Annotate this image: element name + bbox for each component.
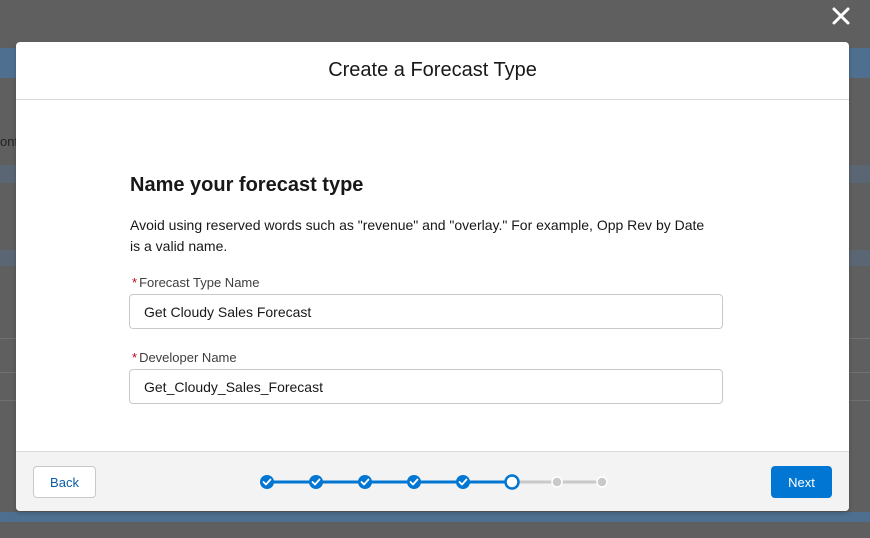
developer-name-label: * Developer Name	[132, 350, 237, 365]
modal-header: Create a Forecast Type	[16, 42, 849, 100]
progress-step-complete	[456, 475, 470, 489]
developer-name-input[interactable]	[129, 369, 723, 404]
close-icon	[832, 7, 850, 25]
step-complete-circle	[407, 475, 421, 489]
developer-name-label-text: Developer Name	[139, 350, 237, 365]
progress-step-complete	[407, 475, 421, 489]
back-button[interactable]: Back	[33, 466, 96, 498]
forecast-type-name-input[interactable]	[129, 294, 723, 329]
instructions-line: Avoid using reserved words such as "reve…	[130, 217, 705, 233]
step-complete-circle	[309, 475, 323, 489]
forecast-type-name-label: * Forecast Type Name	[132, 275, 259, 290]
step-current-circle	[504, 474, 520, 490]
progress-step-complete	[260, 475, 274, 489]
progress-step-incomplete	[551, 476, 563, 488]
step-incomplete-circle	[596, 476, 608, 488]
modal-title: Create a Forecast Type	[328, 59, 537, 81]
progress-step-complete	[309, 475, 323, 489]
step-complete-circle	[260, 475, 274, 489]
modal-body: Name your forecast type Avoid using rese…	[16, 100, 849, 451]
section-title: Name your forecast type	[130, 174, 364, 196]
step-complete-circle	[358, 475, 372, 489]
instructions-line: is a valid name.	[130, 238, 228, 254]
next-button[interactable]: Next	[771, 466, 832, 498]
forecast-type-name-label-text: Forecast Type Name	[139, 275, 260, 290]
background-bottom-band	[0, 512, 870, 522]
step-incomplete-circle	[551, 476, 563, 488]
progress-step-incomplete	[596, 476, 608, 488]
progress-step-complete	[358, 475, 372, 489]
instructions-text: Avoid using reserved words such as "reve…	[130, 215, 730, 257]
required-marker: *	[132, 275, 138, 290]
progress-indicator	[260, 474, 608, 490]
modal-footer: Back Next	[16, 451, 849, 511]
close-button[interactable]	[828, 3, 854, 29]
create-forecast-type-modal: Create a Forecast Type Name your forecas…	[16, 42, 849, 511]
required-marker: *	[132, 350, 138, 365]
progress-step-current	[504, 474, 520, 490]
step-complete-circle	[456, 475, 470, 489]
